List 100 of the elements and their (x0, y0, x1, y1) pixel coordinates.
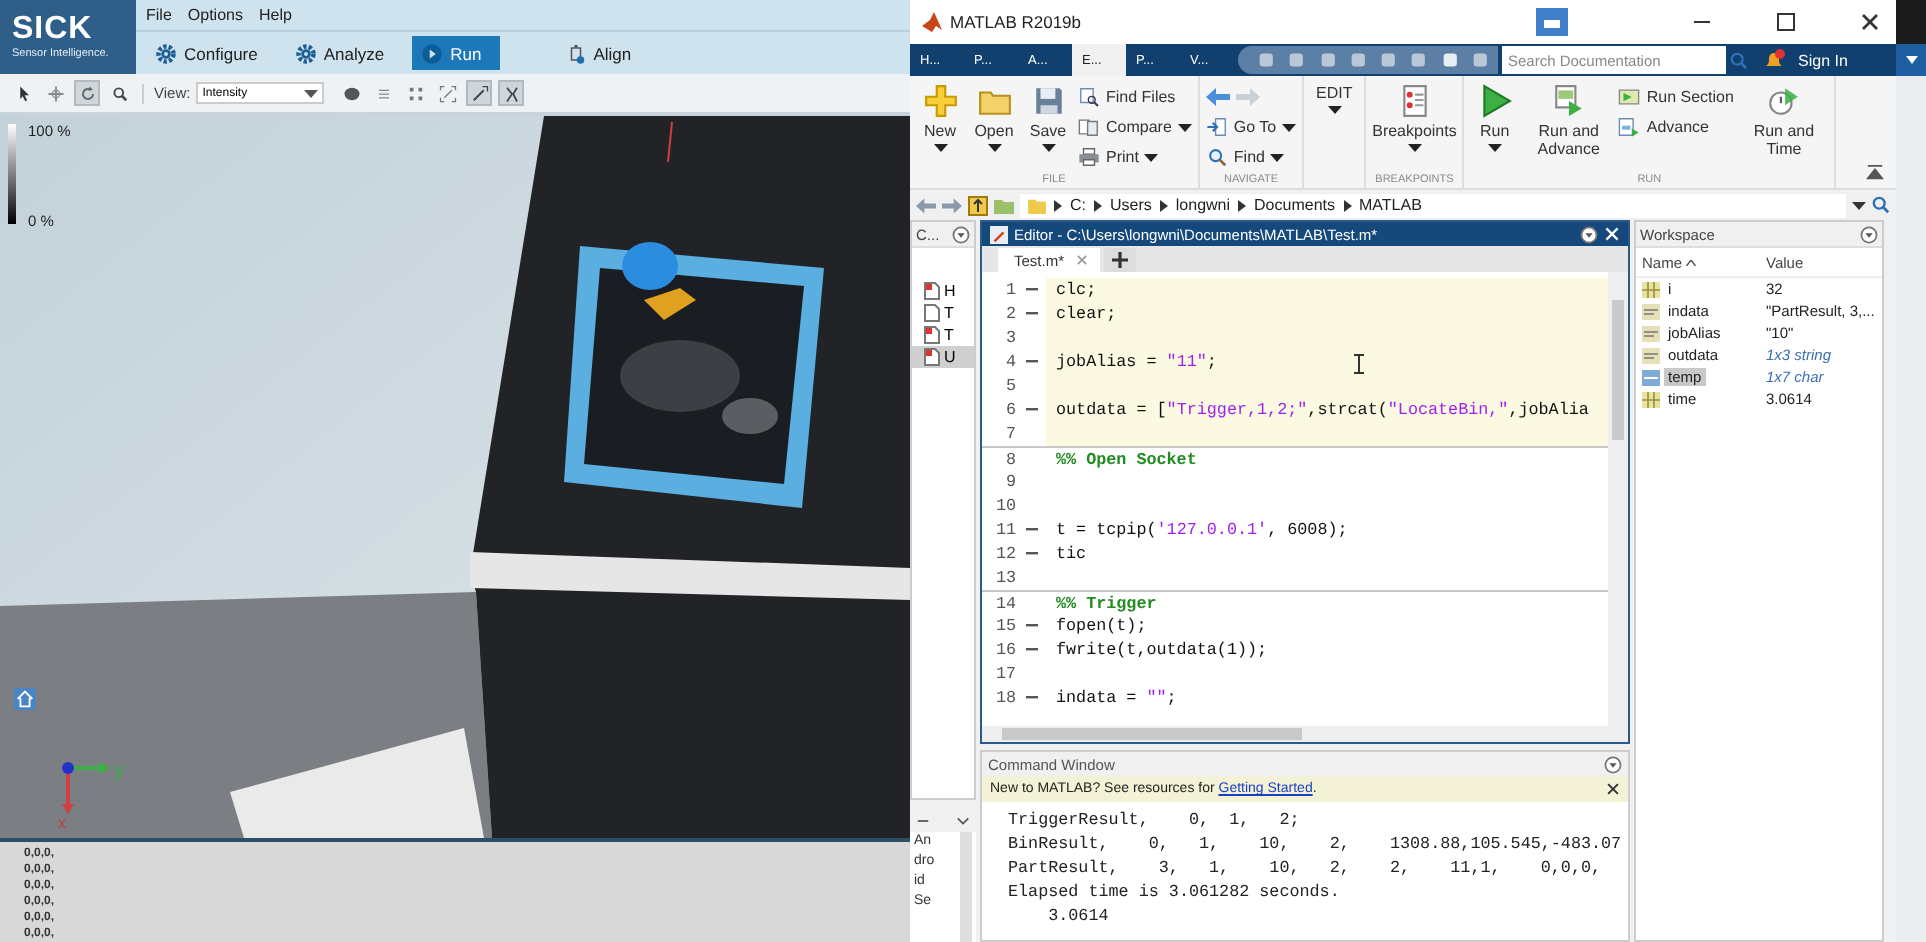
line-number: 1 (1003, 280, 1016, 300)
dropdown-icon[interactable] (952, 225, 970, 243)
printer-icon (1078, 146, 1100, 168)
ribbon-button[interactable]: Run and Time (1739, 80, 1828, 174)
search-icon[interactable] (1872, 196, 1890, 214)
pencil-document-icon (990, 225, 1008, 243)
ribbon-button[interactable]: Go To (1205, 114, 1297, 140)
play-section-icon (1618, 86, 1641, 108)
menu-item[interactable]: Options (187, 6, 243, 24)
ribbon-button[interactable]: Open (970, 80, 1018, 174)
move-icon (45, 83, 65, 103)
play-icon (420, 41, 445, 65)
gear-icon (293, 41, 318, 65)
line-number: 17 (993, 664, 1016, 684)
sort-icon (1686, 259, 1697, 265)
maximize-icon[interactable] (1776, 12, 1796, 32)
caret-icon[interactable] (1905, 56, 1917, 64)
ribbon-button[interactable]: EDIT (1310, 80, 1359, 188)
bell-icon[interactable] (1762, 48, 1786, 72)
tool-button[interactable] (498, 80, 525, 106)
code-line: t = tcpip('127.0.0.1', 6008); (1054, 518, 1350, 542)
breakpoints-icon (1397, 84, 1432, 118)
forward-arrow-icon (1235, 88, 1260, 106)
ribbon-button[interactable]: New (916, 80, 964, 174)
colorbar (8, 124, 16, 224)
dropdown-icon[interactable] (1604, 755, 1622, 773)
output-line: PartResult, 3, 1, 10, 2, 2, 11,1, 0,0,0, (1008, 856, 1604, 880)
code-line: indata = ""; (1054, 686, 1179, 710)
line-number: 10 (993, 496, 1016, 516)
line-number: 8 (1003, 449, 1016, 469)
matlab-logo-icon (922, 12, 942, 32)
variable-icon (1642, 325, 1660, 341)
caret-icon (933, 144, 947, 152)
ribbon-button[interactable]: Advance (1618, 114, 1734, 140)
caret-icon (1270, 153, 1285, 161)
mode-button[interactable]: Configure (146, 36, 266, 70)
chevron-icon (1159, 199, 1168, 211)
mode-button[interactable]: Align (555, 36, 640, 70)
folder-row[interactable]: H (912, 280, 974, 302)
caret-icon (1487, 144, 1502, 152)
tool-icon (501, 83, 522, 103)
output-line: Elapsed time is 3.061282 seconds. (1008, 880, 1342, 904)
menu-item[interactable]: File (146, 6, 172, 24)
line-number: 6 (1003, 400, 1016, 420)
pin-icon[interactable] (1536, 8, 1568, 36)
back-arrow-icon[interactable] (1205, 88, 1230, 106)
tool-button[interactable] (466, 80, 493, 106)
play-document-icon (1551, 84, 1586, 118)
gear-icon (154, 41, 178, 65)
scrollbar[interactable] (982, 726, 1628, 742)
folder-up-icon[interactable] (968, 195, 988, 215)
sign-in-link[interactable]: Sign In (1798, 51, 1848, 69)
mode-button[interactable]: Run (412, 36, 500, 70)
line-number: 15 (993, 616, 1016, 636)
caret-icon (1407, 144, 1422, 152)
chevron-icon (1238, 199, 1247, 211)
dropdown-icon[interactable] (1860, 225, 1878, 243)
collapse-icon[interactable] (1866, 164, 1884, 182)
caret-icon (1041, 144, 1055, 152)
ribbon-button[interactable]: Run and Advance (1524, 80, 1613, 174)
plus-icon (1112, 252, 1129, 268)
window-title: MATLAB R2019b (950, 12, 1084, 32)
ribbon-button[interactable]: Run Section (1618, 84, 1734, 110)
home-icon[interactable] (14, 688, 36, 710)
caret-icon (987, 144, 1001, 152)
scrollbar[interactable] (1608, 272, 1628, 726)
close-icon[interactable] (1606, 782, 1620, 796)
ribbon-button[interactable]: Save (1024, 80, 1072, 174)
chevron-icon (1343, 199, 1351, 211)
caret-icon[interactable] (956, 816, 970, 826)
search-icon (109, 83, 129, 103)
back-arrow-icon[interactable] (916, 197, 936, 213)
ribbon-button[interactable]: Find Files (1078, 84, 1192, 110)
ribbon-button[interactable]: Find (1205, 144, 1297, 170)
code-line: %% Open Socket (1054, 447, 1199, 471)
ribbon-button[interactable]: Compare (1078, 114, 1192, 140)
logo-text: SICK (12, 13, 95, 45)
rotate-icon (77, 83, 97, 103)
caret-icon (1327, 106, 1342, 114)
new-tab-button[interactable] (1104, 248, 1137, 272)
ribbon-button[interactable]: Run (1470, 80, 1519, 174)
code-line: %% Trigger (1054, 591, 1159, 615)
folder-row[interactable]: T (912, 324, 974, 346)
menu-item[interactable]: Help (258, 6, 292, 24)
address-field[interactable]: C: Users longwni Documents MATLAB (1020, 193, 1846, 217)
mode-button[interactable]: Analyze (285, 36, 393, 70)
line-number: 11 (993, 520, 1016, 540)
close-icon[interactable] (1860, 12, 1880, 32)
dropdown-icon[interactable] (1580, 225, 1598, 243)
ribbon-button[interactable]: Breakpoints (1372, 80, 1457, 174)
code-line: fopen(t); (1054, 614, 1149, 638)
ribbon-button[interactable]: Print (1078, 144, 1192, 170)
folder-row[interactable]: T (912, 302, 974, 324)
folder-row[interactable]: U (912, 346, 974, 368)
scrollbar[interactable] (960, 832, 972, 942)
line-number: 2 (1003, 304, 1016, 324)
grid-icon (405, 83, 426, 103)
caret-icon (1282, 123, 1297, 131)
line-number: 16 (993, 640, 1016, 660)
arrow-document-icon (1205, 116, 1228, 138)
